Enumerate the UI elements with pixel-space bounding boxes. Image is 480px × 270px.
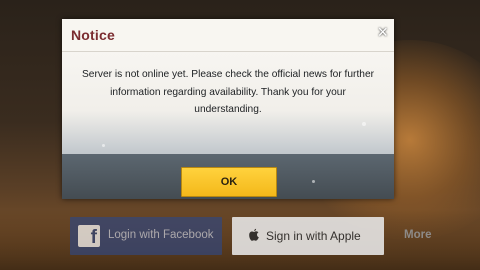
dialog-header: Notice × (62, 19, 394, 52)
sign-in-apple-button[interactable]: Sign in with Apple (232, 217, 384, 255)
dialog-message: Server is not online yet. Please check t… (82, 69, 374, 115)
more-button[interactable]: More (404, 229, 431, 241)
login-facebook-button[interactable]: f Login with Facebook (70, 217, 222, 255)
facebook-label: Login with Facebook (108, 229, 214, 241)
paint-speck (362, 122, 366, 126)
dialog-title: Notice (71, 27, 115, 43)
apple-label: Sign in with Apple (266, 229, 361, 243)
close-icon[interactable]: × (377, 23, 388, 41)
paint-speck (312, 180, 315, 183)
paint-speck (102, 144, 105, 147)
apple-icon (249, 228, 259, 241)
ok-button[interactable]: OK (181, 167, 277, 197)
facebook-icon: f (78, 225, 100, 247)
